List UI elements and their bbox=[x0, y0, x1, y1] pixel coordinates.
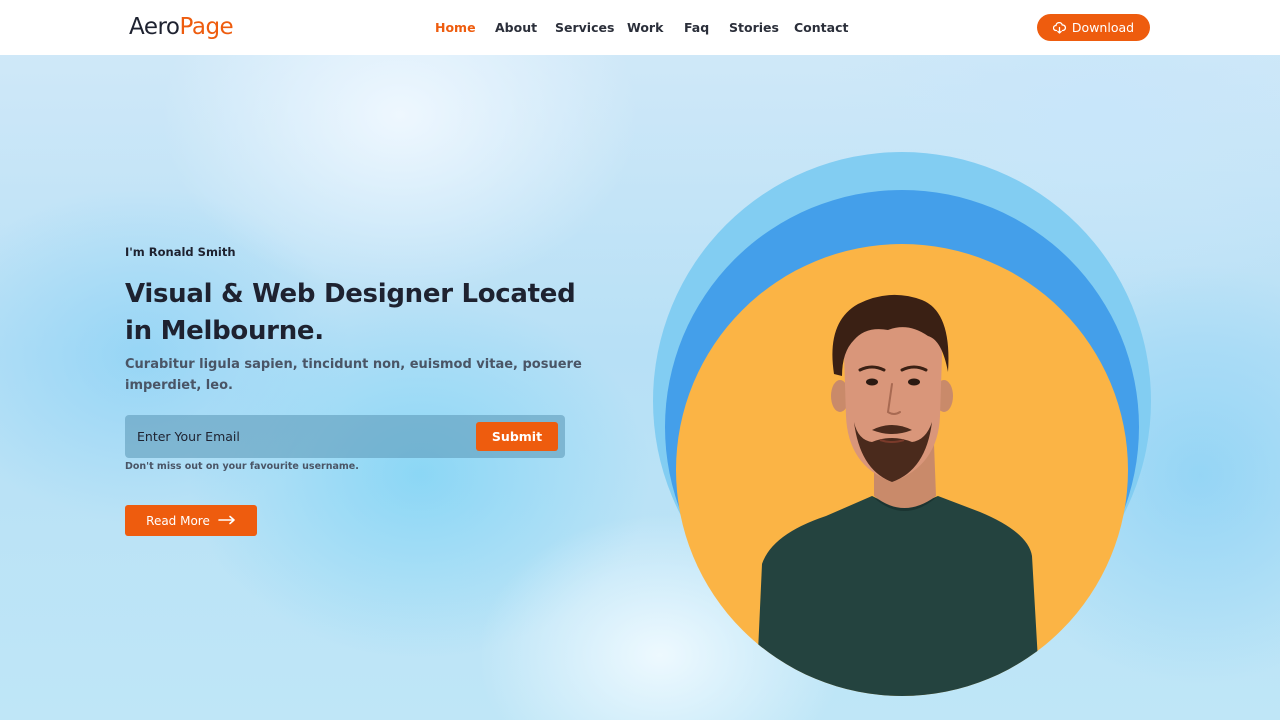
read-more-button[interactable]: Read More bbox=[125, 505, 257, 536]
download-button[interactable]: Download bbox=[1037, 14, 1150, 41]
hero-intro: I'm Ronald Smith bbox=[125, 245, 236, 259]
email-hint: Don't miss out on your favourite usernam… bbox=[125, 461, 359, 472]
submit-button[interactable]: Submit bbox=[476, 422, 558, 451]
nav-item-services[interactable]: Services bbox=[555, 19, 614, 37]
hero-subtext: Curabitur ligula sapien, tincidunt non, … bbox=[125, 357, 582, 393]
hero-section: I'm Ronald Smith Visual & Web Designer L… bbox=[0, 55, 1280, 720]
nav-item-contact[interactable]: Contact bbox=[794, 19, 848, 37]
nav-item-stories[interactable]: Stories bbox=[729, 19, 779, 37]
download-label: Download bbox=[1071, 20, 1135, 35]
arrow-right-icon bbox=[218, 514, 236, 528]
hero-headline: Visual & Web Designer Located in Melbour… bbox=[125, 279, 576, 346]
portrait-photo bbox=[756, 294, 1040, 696]
cloud-download-icon bbox=[1052, 21, 1066, 34]
email-form: Submit bbox=[125, 415, 565, 458]
read-more-label: Read More bbox=[146, 513, 210, 528]
nav-item-home[interactable]: Home bbox=[435, 19, 476, 37]
nav-item-work[interactable]: Work bbox=[627, 19, 663, 37]
nav-item-faq[interactable]: Faq bbox=[684, 19, 709, 37]
portrait-circle bbox=[676, 244, 1128, 696]
nav-item-about[interactable]: About bbox=[495, 19, 537, 37]
site-header: AeroPage Home About Services Work Faq St… bbox=[0, 0, 1280, 55]
email-input[interactable] bbox=[125, 415, 465, 458]
